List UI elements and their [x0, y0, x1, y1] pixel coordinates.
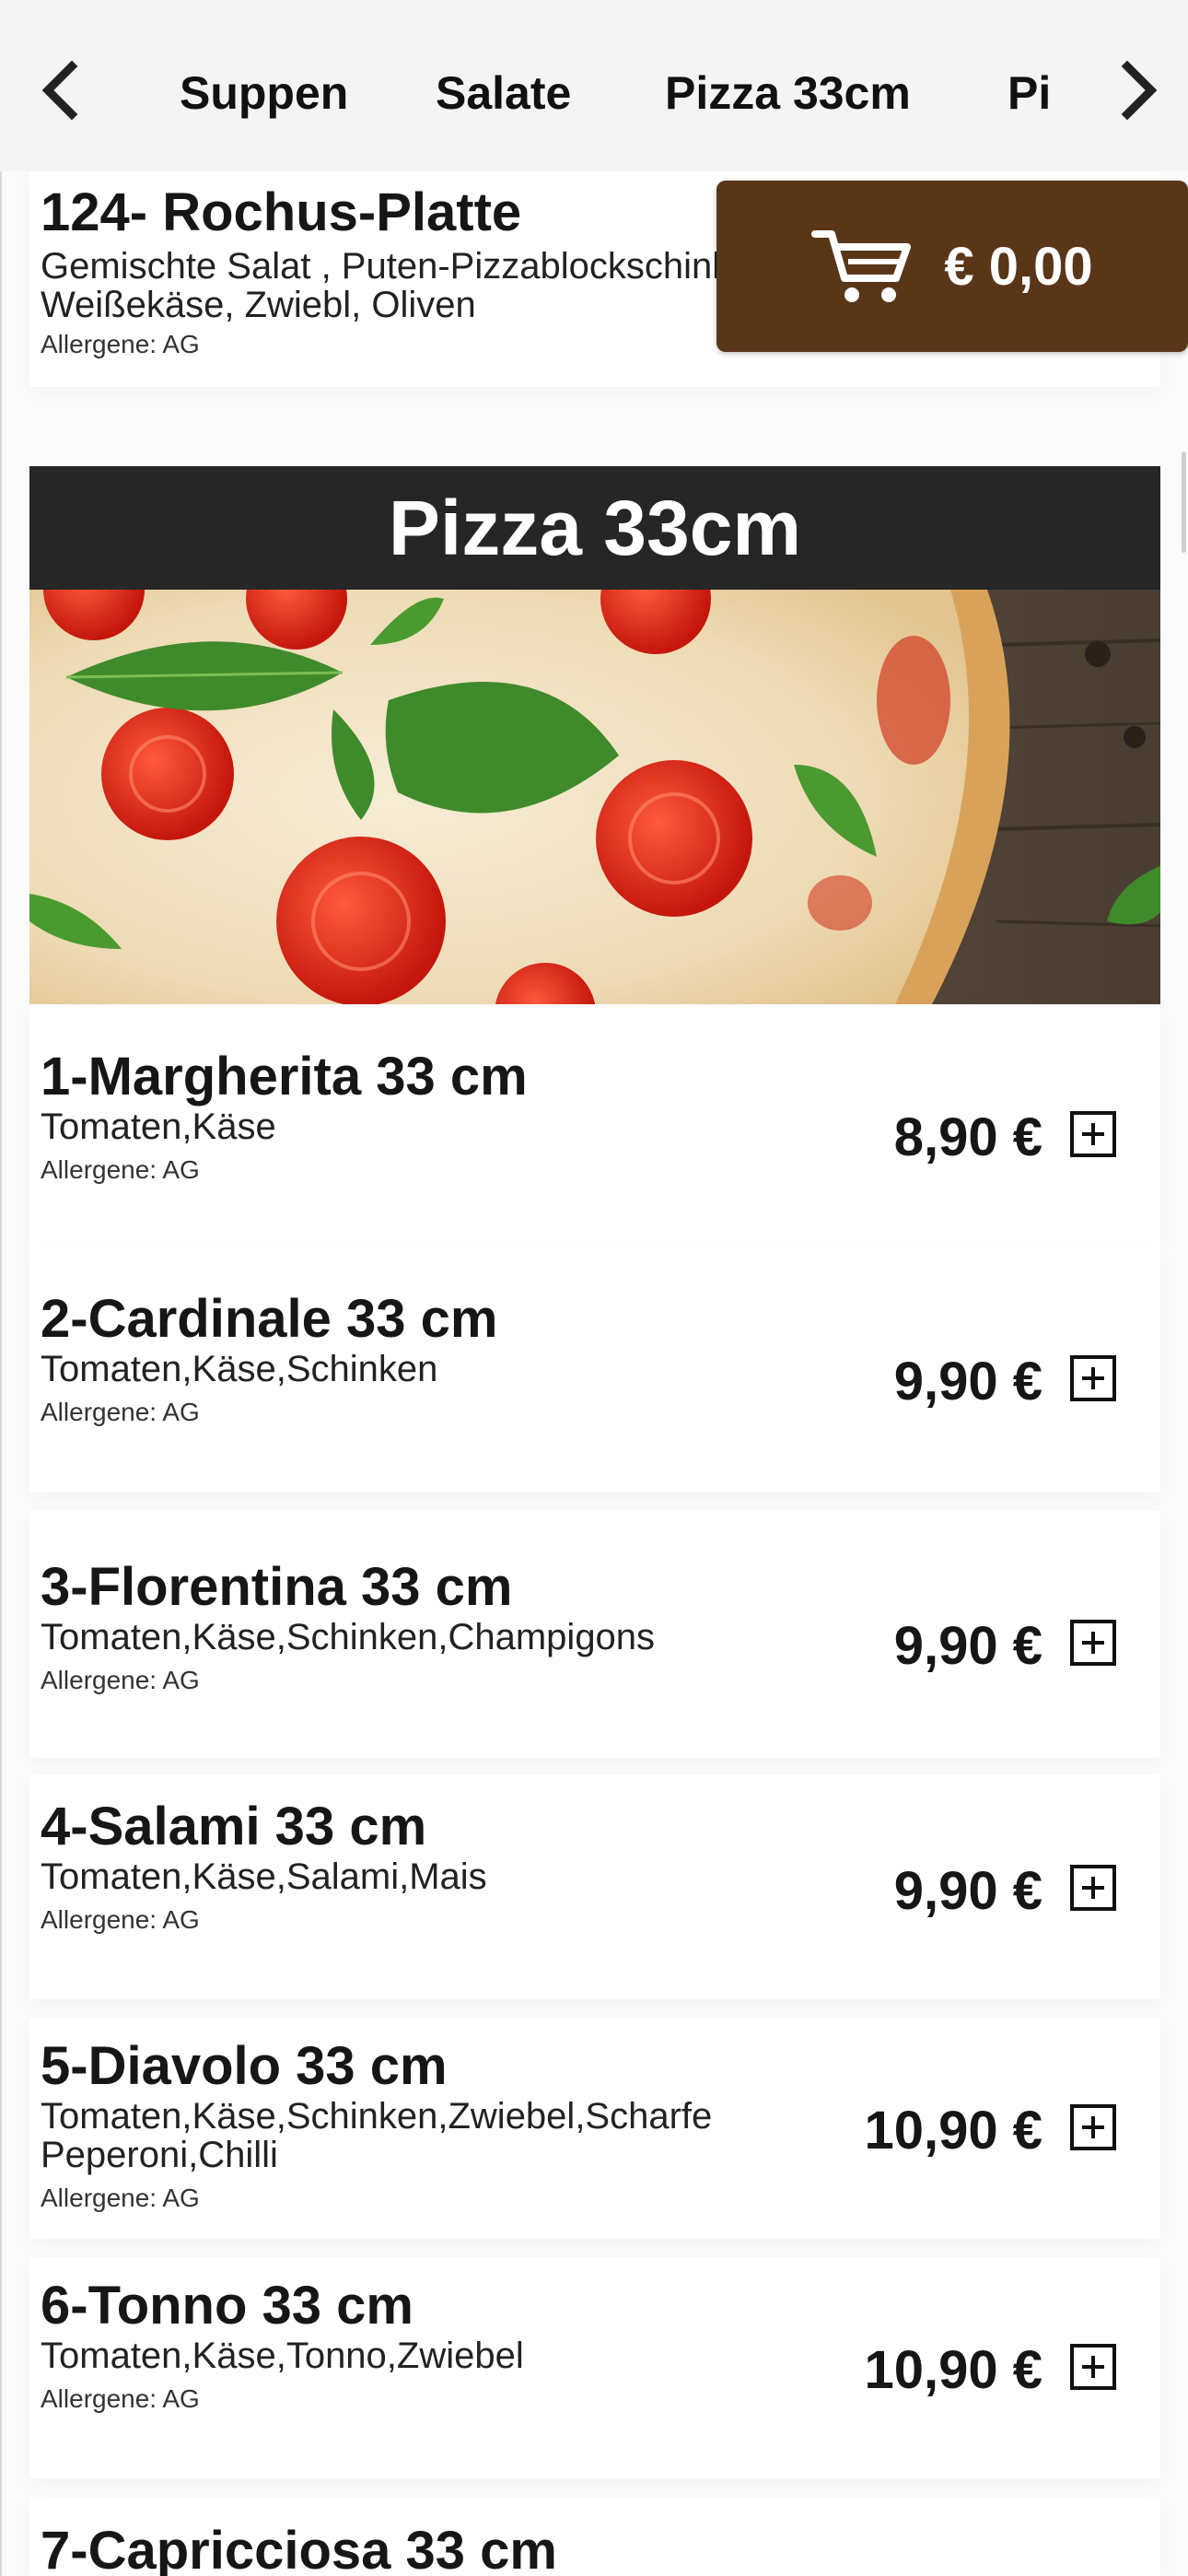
item-description: Gemischte Salat , Puten-Pizzablockschink…: [41, 246, 782, 325]
add-to-cart-button[interactable]: [1070, 2104, 1116, 2150]
item-name: 1-Margherita 33 cm: [41, 1047, 528, 1107]
item-description: Tomaten,Käse,Tonno,Zwiebel: [41, 2336, 524, 2376]
item-description: Tomaten,Käse,Schinken: [41, 1349, 438, 1389]
item-name: 7-Capricciosa 33 cm: [41, 2521, 557, 2576]
tab-pizza-33cm[interactable]: Pizza 33cm: [665, 63, 911, 123]
app-screen: Suppen Salate Pizza 33cm Pi 124- Rochus-…: [0, 0, 1188, 2576]
tab-salate[interactable]: Salate: [436, 63, 571, 123]
add-to-cart-button[interactable]: [1070, 1865, 1116, 1911]
item-description: Tomaten,Käse: [41, 1107, 276, 1147]
shopping-cart-icon: [811, 230, 912, 302]
section-title: Pizza 33cm: [29, 466, 1160, 590]
menu-item-salami: 4-Salami 33 cm Tomaten,Käse,Salami,Mais …: [29, 1774, 1160, 1999]
item-price: 9,90 €: [893, 1352, 1042, 1411]
item-name: 5-Diavolo 33 cm: [41, 2036, 448, 2096]
add-to-cart-button[interactable]: [1070, 2344, 1116, 2390]
tab-pizza-partial[interactable]: Pi: [1007, 63, 1063, 123]
pizza-section-image: [29, 590, 1160, 1004]
menu-item-cardinale: 2-Cardinale 33 cm Tomaten,Käse,Schinken …: [29, 1248, 1160, 1493]
chevron-right-icon: [1121, 61, 1158, 120]
nav-next-button[interactable]: [1114, 57, 1166, 123]
item-allergens: Allergene: AG: [41, 2384, 200, 2413]
item-price: 10,90 €: [864, 2340, 1042, 2400]
menu-item-margherita: 1-Margherita 33 cm Tomaten,Käse Allergen…: [29, 1004, 1160, 1248]
item-allergens: Allergene: AG: [41, 1155, 200, 1184]
tab-suppen[interactable]: Suppen: [180, 63, 348, 123]
chevron-left-icon: [41, 61, 78, 120]
scrollbar-thumb[interactable]: [1182, 451, 1186, 553]
menu-item-capricciosa: 7-Capricciosa 33 cm: [29, 2497, 1160, 2576]
item-description: Tomaten,Käse,Salami,Mais: [41, 1856, 487, 1897]
menu-item-florentina: 3-Florentina 33 cm Tomaten,Käse,Schinken…: [29, 1511, 1160, 1758]
add-to-cart-button[interactable]: [1070, 1620, 1116, 1666]
item-price: 9,90 €: [893, 1616, 1042, 1676]
add-to-cart-button[interactable]: [1070, 1355, 1116, 1401]
cart-button[interactable]: € 0,00: [716, 181, 1188, 352]
pizza-photo: [29, 590, 1160, 1004]
item-allergens: Allergene: AG: [41, 1905, 200, 1934]
item-name: 3-Florentina 33 cm: [41, 1557, 513, 1617]
item-allergens: Allergene: AG: [41, 1398, 200, 1426]
add-to-cart-button[interactable]: [1070, 1111, 1116, 1157]
item-allergens: Allergene: AG: [41, 330, 200, 358]
item-price: 8,90 €: [893, 1107, 1042, 1167]
item-price: 10,90 €: [864, 2101, 1042, 2160]
cart-total: € 0,00: [944, 236, 1093, 297]
item-name: 4-Salami 33 cm: [41, 1797, 427, 1856]
item-name: 6-Tonno 33 cm: [41, 2276, 413, 2336]
item-description: Tomaten,Käse,Schinken,Zwiebel,Scharfe Pe…: [41, 2096, 713, 2175]
item-name: 2-Cardinale 33 cm: [41, 1289, 498, 1349]
item-name: 124- Rochus-Platte: [41, 182, 522, 242]
category-nav: Suppen Salate Pizza 33cm Pi: [0, 0, 1188, 171]
item-price: 9,90 €: [893, 1861, 1042, 1921]
nav-prev-button[interactable]: [33, 57, 85, 123]
screen-edge: [0, 0, 2, 2576]
menu-item-diavolo: 5-Diavolo 33 cm Tomaten,Käse,Schinken,Zw…: [29, 2018, 1160, 2239]
item-allergens: Allergene: AG: [41, 1666, 200, 1694]
item-allergens: Allergene: AG: [41, 2184, 200, 2212]
item-description: Tomaten,Käse,Schinken,Champigons: [41, 1617, 656, 1657]
menu-item-tonno: 6-Tonno 33 cm Tomaten,Käse,Tonno,Zwiebel…: [29, 2257, 1160, 2478]
